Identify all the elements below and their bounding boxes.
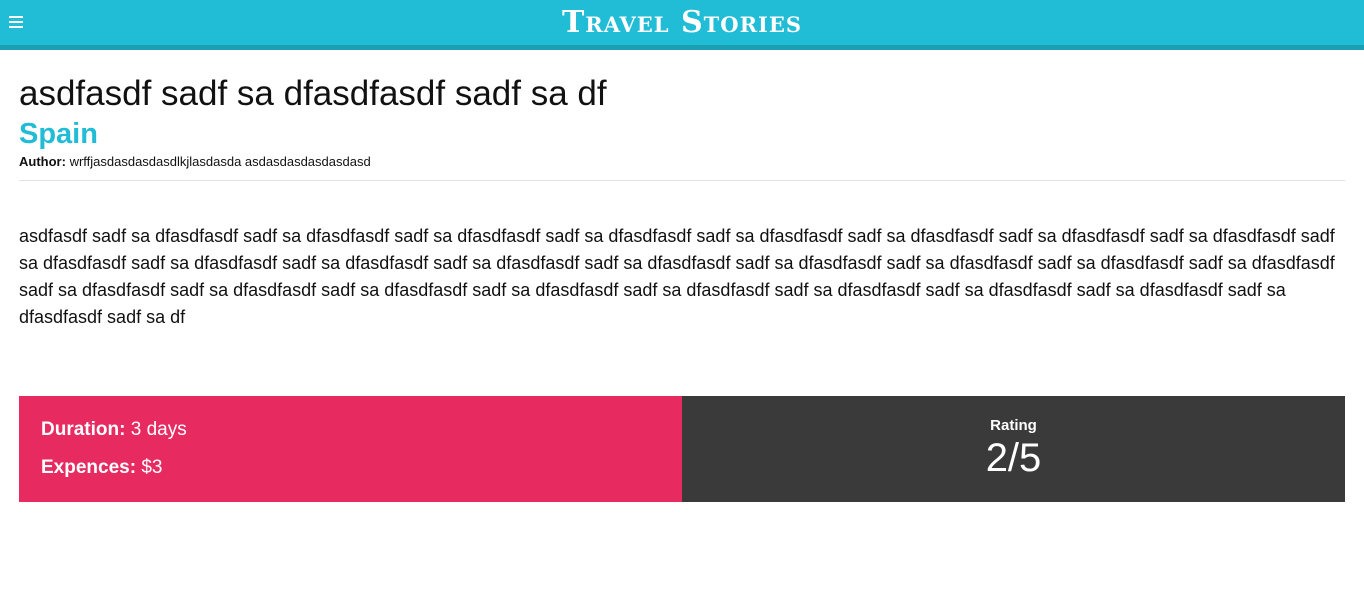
duration-row: Duration: 3 days [41, 418, 682, 442]
divider [19, 180, 1345, 181]
story-title: asdfasdf sadf sa dfasdfasdf sadf sa df [19, 74, 607, 113]
expenses-label: Expences: [41, 457, 137, 478]
story-content: asdfasdf sadf sa dfasdfasdf sadf sa df S… [19, 50, 1345, 331]
story-country: Spain [19, 118, 98, 150]
story-body: asdfasdf sadf sa dfasdfasdf sadf sa dfas… [19, 226, 1335, 327]
expenses-value: $3 [141, 457, 163, 478]
rating-value: 2/5 [985, 436, 1042, 480]
expenses-row: Expences: $3 [41, 456, 682, 480]
author-name: wrffjasdasdasdasdlkjlasdasda asdasdasdas… [69, 154, 371, 169]
story-stats: Duration: 3 days Expences: $3 Rating 2/5 [19, 396, 1345, 502]
top-app-bar: Travel Stories [0, 0, 1364, 50]
trip-details-panel: Duration: 3 days Expences: $3 [19, 396, 682, 502]
hamburger-menu-icon[interactable] [9, 16, 23, 28]
author-label: Author: [19, 154, 66, 169]
story-author: Author: wrffjasdasdasdasdlkjlasdasda asd… [19, 154, 1345, 170]
rating-label: Rating [990, 417, 1037, 434]
rating-panel: Rating 2/5 [682, 396, 1345, 502]
app-brand-title: Travel Stories [561, 5, 803, 40]
duration-value: 3 days [130, 419, 187, 440]
duration-label: Duration: [41, 419, 126, 440]
